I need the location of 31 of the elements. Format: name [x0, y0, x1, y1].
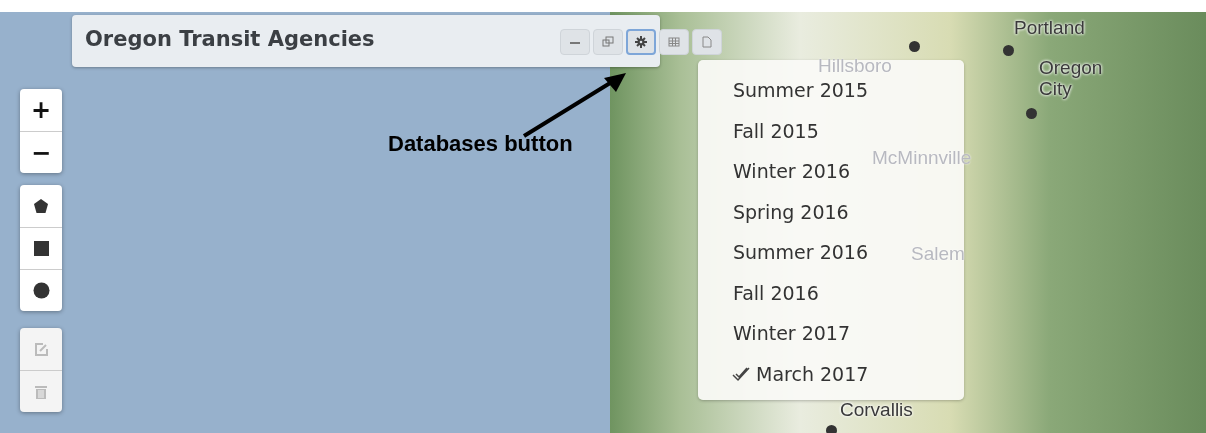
map-label: Corvallis [840, 400, 913, 421]
trash-icon [34, 383, 48, 400]
menu-item[interactable]: Winter 2017 [698, 313, 851, 354]
menu-item[interactable]: Summer 2016 [698, 232, 868, 273]
annotation-label: Databases button [388, 131, 573, 157]
menu-item[interactable]: Fall 2016 [698, 272, 819, 313]
map-label: Oregon City [1039, 58, 1099, 100]
page-icon [701, 36, 713, 48]
settings-icon [635, 36, 647, 48]
edit-icon [33, 341, 49, 357]
table-icon [668, 36, 680, 48]
city-dot [826, 425, 837, 433]
circle-icon [32, 282, 50, 299]
city-dot [1003, 45, 1014, 56]
zoom-out-button[interactable]: − [20, 131, 62, 173]
menu-item[interactable]: March 2017 [698, 353, 869, 394]
city-dot [1026, 108, 1037, 119]
menu-item[interactable]: Winter 2016 [698, 151, 851, 192]
menu-item[interactable]: Fall 2015 [698, 110, 819, 151]
map-label: Salem [911, 244, 965, 265]
zoom-in-button[interactable]: + [20, 89, 62, 131]
city-dot [909, 41, 920, 52]
panel-title: Oregon Transit Agencies [85, 27, 375, 51]
map-label: Portland [1014, 18, 1085, 39]
menu-item[interactable]: Spring 2016 [698, 191, 849, 232]
pentagon-icon [33, 198, 49, 214]
square-icon [33, 241, 49, 256]
restore-icon [602, 36, 614, 48]
panel-button[interactable] [560, 29, 590, 55]
map-label: Hillsboro [818, 56, 892, 77]
settings-button[interactable] [626, 29, 656, 55]
